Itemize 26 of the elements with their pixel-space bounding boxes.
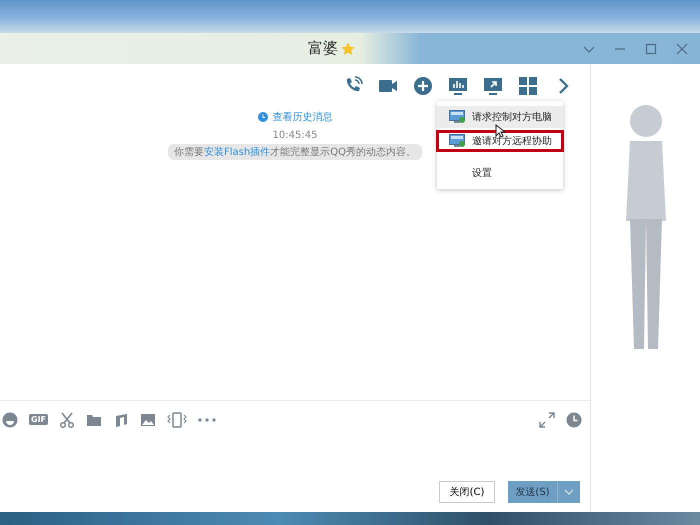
expand-icon[interactable]	[539, 412, 555, 428]
monitor-icon	[449, 110, 465, 124]
message-time: 10:45:45	[272, 130, 318, 141]
more-icon[interactable]	[198, 418, 216, 422]
phone-vibrate-icon[interactable]	[167, 412, 188, 428]
star-icon	[341, 42, 355, 56]
image-icon[interactable]	[140, 412, 156, 428]
screen-share-icon[interactable]	[483, 76, 503, 96]
music-icon[interactable]	[113, 412, 130, 428]
clock-icon	[258, 112, 268, 122]
caret-icon[interactable]	[564, 489, 574, 495]
menu-item[interactable]: 邀请对方远程协助	[436, 130, 564, 152]
flash-notice: 你需要安装Flash插件才能完整显示QQ秀的动态内容。	[168, 144, 422, 160]
scissors-icon[interactable]	[59, 412, 76, 428]
close-icon[interactable]	[676, 42, 688, 54]
maximize-icon[interactable]	[645, 42, 657, 54]
apps-icon[interactable]	[518, 76, 538, 96]
menu-item[interactable]: 设置	[437, 162, 563, 184]
presentation-icon[interactable]	[448, 76, 468, 96]
emoji-icon[interactable]	[2, 412, 18, 428]
clock-icon[interactable]	[566, 412, 582, 428]
monitor-icon	[449, 134, 465, 148]
window-title: 富婆	[308, 39, 338, 58]
add-icon[interactable]	[413, 76, 433, 96]
gif-button[interactable]: GIF	[29, 414, 48, 425]
close-button[interactable]: 关闭(C)	[439, 481, 495, 503]
